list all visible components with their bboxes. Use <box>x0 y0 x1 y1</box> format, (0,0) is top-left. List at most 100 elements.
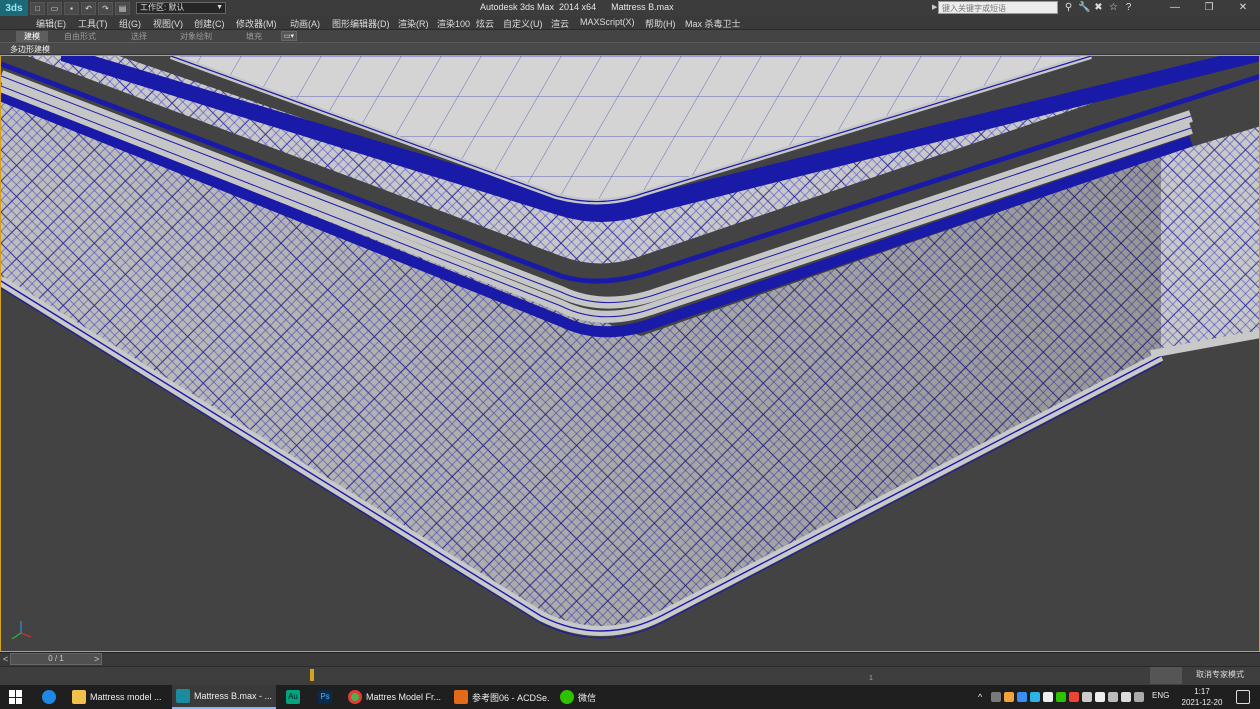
taskbar: Mattress model ... Mattress B.max - ... … <box>0 685 1260 709</box>
menu-group[interactable]: 组(G) <box>119 17 141 30</box>
menu-modifiers[interactable]: 修改器(M) <box>236 17 277 30</box>
menu-xuanyun-render[interactable]: 渲云 <box>551 17 569 30</box>
edge-icon <box>42 690 56 704</box>
project-folder-icon[interactable]: ▤ <box>115 1 130 15</box>
panel-label-polygon-modeling[interactable]: 多边形建模 <box>10 44 50 55</box>
cancel-expert-mode-button[interactable]: 取消专家模式 <box>1196 669 1244 680</box>
tray-app-icon[interactable] <box>1043 692 1053 702</box>
ribbon-panel: 多边形建模 <box>0 43 1260 55</box>
audition-icon: Au <box>286 690 300 704</box>
favorites-star-icon[interactable]: ☆ <box>1108 1 1119 14</box>
network-icon[interactable] <box>1108 692 1118 702</box>
open-file-icon[interactable]: ▭ <box>47 1 62 15</box>
acdsee-icon <box>454 690 468 704</box>
menu-maxscript[interactable]: MAXScript(X) <box>580 17 635 27</box>
tray-expand-icon[interactable]: ^ <box>978 692 988 702</box>
taskbar-app-label: 参考图06 - ACDSe... <box>472 692 550 703</box>
taskbar-app-acdsee[interactable]: 参考图06 - ACDSe... <box>450 685 550 709</box>
info-center-toolbar: ⚲ 🔧 ✖ ☆ ? <box>1063 1 1134 14</box>
menu-xuanyun[interactable]: 炫云 <box>476 17 494 30</box>
notification-center-icon[interactable] <box>1236 690 1250 704</box>
redo-icon[interactable]: ↷ <box>98 1 113 15</box>
windows-start-icon[interactable] <box>9 690 23 704</box>
tray-app-icon[interactable] <box>1069 692 1079 702</box>
tray-app-icon[interactable] <box>1030 692 1040 702</box>
tab-modeling[interactable]: 建模 <box>16 31 48 42</box>
restore-button[interactable]: ❐ <box>1192 0 1226 16</box>
menu-create[interactable]: 创建(C) <box>194 17 225 30</box>
menu-animation[interactable]: 动画(A) <box>290 17 320 30</box>
tray-app-icon[interactable] <box>1095 692 1105 702</box>
wechat-icon <box>560 690 574 704</box>
chrome-icon <box>348 690 362 704</box>
undo-icon[interactable]: ↶ <box>81 1 96 15</box>
subscription-icon[interactable]: 🔧 <box>1078 1 1090 14</box>
menu-customize[interactable]: 自定义(U) <box>503 17 543 30</box>
time-scrubber[interactable] <box>310 669 314 681</box>
window-title: Autodesk 3ds Max 2014 x64 Mattress B.max <box>480 2 674 12</box>
search-arrow-icon[interactable]: ▶ <box>932 3 937 11</box>
time-slider[interactable]: 0 / 1 < > <box>0 652 1260 666</box>
menu-render100[interactable]: 渲染100 <box>437 17 470 30</box>
photoshop-icon: Ps <box>318 690 332 704</box>
binoculars-icon[interactable]: ⚲ <box>1063 1 1074 14</box>
taskbar-app-audition[interactable]: Au <box>282 685 306 709</box>
taskbar-app-label: 微信 <box>578 692 597 703</box>
taskbar-app-photoshop[interactable]: Ps <box>314 685 338 709</box>
search-input[interactable]: 键入关键字或短语 <box>938 1 1058 14</box>
tab-object-paint[interactable]: 对象绘制 <box>180 31 212 42</box>
workspace-dropdown[interactable]: 工作区: 默认 ▼ <box>136 2 226 14</box>
input-language-indicator[interactable]: ENG <box>1152 691 1169 700</box>
help-icon[interactable]: ? <box>1123 1 1134 14</box>
menu-help[interactable]: 帮助(H) <box>645 17 676 30</box>
minimize-button[interactable]: — <box>1158 0 1192 16</box>
tray-app-icon[interactable] <box>1134 692 1144 702</box>
tray-app-icon[interactable] <box>1017 692 1027 702</box>
perspective-viewport[interactable] <box>0 55 1260 652</box>
ribbon-tabs: 建模 自由形式 选择 对象绘制 填充 ▭▾ <box>0 30 1260 43</box>
menu-rendering[interactable]: 渲染(R) <box>398 17 429 30</box>
taskbar-clock[interactable]: 1:17 2021-12-20 <box>1178 686 1226 708</box>
menu-edit[interactable]: 编辑(E) <box>36 17 66 30</box>
mattress-model-render <box>1 56 1259 651</box>
taskbar-app-folder[interactable]: Mattress model ... <box>68 685 166 709</box>
title-bar: 3ds □ ▭ ▪ ↶ ↷ ▤ 工作区: 默认 ▼ Autodesk 3ds M… <box>0 0 1260 16</box>
tray-app-icon[interactable] <box>1082 692 1092 702</box>
tab-freeform[interactable]: 自由形式 <box>64 31 96 42</box>
track-mark: 1 <box>869 675 873 682</box>
tab-selection[interactable]: 选择 <box>131 31 147 42</box>
tab-populate[interactable]: 填充 <box>246 31 262 42</box>
menu-max-antivirus[interactable]: Max 杀毒卫士 <box>685 17 741 30</box>
tray-wechat-icon[interactable] <box>1056 692 1066 702</box>
taskbar-app-wechat[interactable]: 微信 <box>556 685 606 709</box>
save-file-icon[interactable]: ▪ <box>64 1 79 15</box>
next-frame-button[interactable]: > <box>94 654 99 664</box>
clock-date: 2021-12-20 <box>1181 698 1223 707</box>
frame-counter[interactable]: 0 / 1 <box>10 653 102 665</box>
clock-time: 1:17 <box>1194 687 1210 696</box>
tray-app-icon[interactable] <box>1004 692 1014 702</box>
menu-views[interactable]: 视图(V) <box>153 17 183 30</box>
app-logo-icon[interactable]: 3ds <box>0 0 28 16</box>
edge-browser-icon[interactable] <box>38 685 62 709</box>
prev-frame-button[interactable]: < <box>3 654 8 664</box>
taskbar-app-label: Mattress model ... <box>90 692 162 702</box>
chevron-down-icon: ▼ <box>216 4 223 11</box>
volume-icon[interactable] <box>1121 692 1131 702</box>
communication-icon[interactable]: ✖ <box>1093 1 1104 14</box>
menu-graph-editors[interactable]: 图形编辑器(D) <box>332 17 390 30</box>
new-file-icon[interactable]: □ <box>30 1 45 15</box>
taskbar-app-chrome[interactable]: Mattres Model Fr... <box>344 685 444 709</box>
track-scroll-thumb[interactable] <box>1150 667 1182 684</box>
taskbar-app-3dsmax[interactable]: Mattress B.max - ... <box>172 685 276 709</box>
close-button[interactable]: ✕ <box>1226 0 1260 16</box>
workspace-value: 工作区: 默认 <box>140 3 185 12</box>
menu-bar: 编辑(E) 工具(T) 组(G) 视图(V) 创建(C) 修改器(M) 动画(A… <box>0 16 1260 30</box>
menu-tools[interactable]: 工具(T) <box>78 17 108 30</box>
track-bar[interactable]: 1 取消专家模式 <box>0 666 1260 685</box>
system-tray: ^ <box>978 685 1144 709</box>
ribbon-options-button[interactable]: ▭▾ <box>281 31 297 41</box>
taskbar-app-label: Mattress B.max - ... <box>194 691 273 701</box>
taskbar-app-label: Mattres Model Fr... <box>366 692 442 702</box>
tray-app-icon[interactable] <box>991 692 1001 702</box>
